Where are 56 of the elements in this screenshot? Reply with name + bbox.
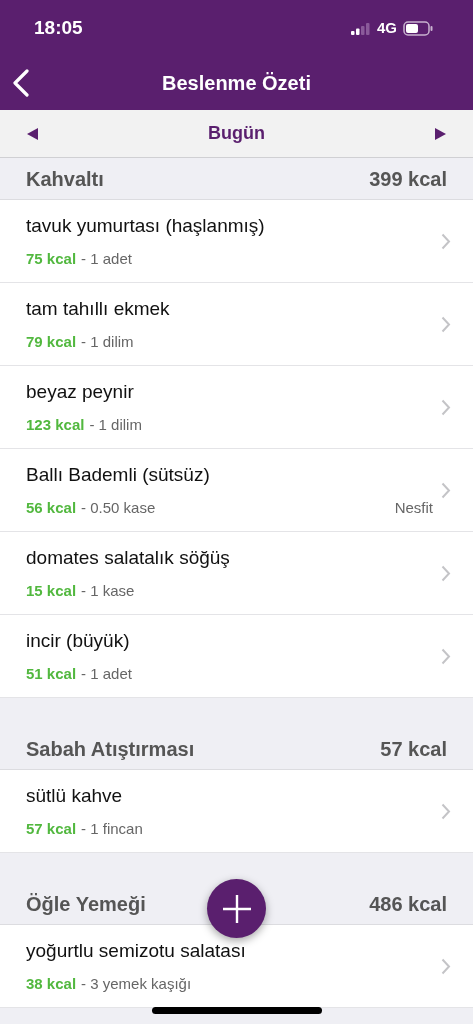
section-total: 57 kcal <box>380 736 447 762</box>
food-name: tavuk yumurtası (haşlanmış) <box>26 214 266 238</box>
kcal-label: 38 kcal <box>26 973 77 994</box>
food-row[interactable]: incir (büyük) 51 kcal - 1 adet <box>0 615 473 698</box>
food-name: beyaz peynir <box>26 380 135 404</box>
triangle-right-icon <box>435 127 447 140</box>
back-icon <box>12 69 30 97</box>
portion-label: - 3 yemek kaşığı <box>81 973 192 994</box>
plus-icon <box>221 893 252 924</box>
food-name: Ballı Bademli (sütsüz) <box>26 463 211 487</box>
nav-title: Beslenme Özeti <box>162 70 311 96</box>
section-title: Öğle Yemeği <box>26 891 146 917</box>
battery-icon <box>403 21 433 36</box>
food-row[interactable]: domates salatalık söğüş 15 kcal - 1 kase <box>0 532 473 615</box>
kcal-label: 57 kcal <box>26 818 77 839</box>
section-title: Sabah Atıştırması <box>26 736 195 762</box>
kcal-label: 123 kcal <box>26 414 85 435</box>
food-name: sütlü kahve <box>26 784 124 808</box>
food-name: yoğurtlu semizotu salatası <box>26 939 247 963</box>
chevron-right-icon <box>441 647 451 665</box>
portion-label: - 1 fincan <box>81 818 143 839</box>
food-row[interactable]: beyaz peynir 123 kcal - 1 dilim <box>0 366 473 449</box>
chevron-right-icon <box>441 315 451 333</box>
food-name: tam tahıllı ekmek <box>26 297 171 321</box>
food-row[interactable]: tam tahıllı ekmek 79 kcal - 1 dilim <box>0 283 473 366</box>
food-name: incir (büyük) <box>26 629 131 653</box>
portion-label: - 0.50 kase <box>81 497 156 518</box>
portion-label: - 1 kase <box>81 580 135 601</box>
food-row[interactable]: tavuk yumurtası (haşlanmış) 75 kcal - 1 adet <box>0 200 473 283</box>
chevron-right-icon <box>441 957 451 975</box>
chevron-right-icon <box>441 232 451 250</box>
signal-icon <box>351 22 371 35</box>
triangle-left-icon <box>26 127 38 140</box>
chevron-right-icon <box>441 564 451 582</box>
section-total: 399 kcal <box>369 166 447 192</box>
kcal-label: 75 kcal <box>26 248 77 269</box>
status-time: 18:05 <box>34 16 83 41</box>
food-name: domates salatalık söğüş <box>26 546 231 570</box>
section-title: Kahvaltı <box>26 166 104 192</box>
chevron-right-icon <box>441 398 451 416</box>
kcal-label: 79 kcal <box>26 331 77 352</box>
food-row[interactable]: Ballı Bademli (sütsüz) 56 kcal - 0.50 kase Nesfit <box>0 449 473 532</box>
kcal-label: 15 kcal <box>26 580 77 601</box>
section-total: 486 kcal <box>369 891 447 917</box>
kcal-label: 56 kcal <box>26 497 77 518</box>
portion-label: - 1 dilim <box>81 331 134 352</box>
food-row[interactable]: sütlü kahve 57 kcal - 1 fincan <box>0 770 473 853</box>
date-label: Bugün <box>208 122 265 145</box>
network-label: 4G <box>377 18 397 39</box>
brand-label: Nesfit <box>394 497 433 518</box>
chevron-right-icon <box>441 481 451 499</box>
portion-label: - 1 adet <box>81 248 132 269</box>
chevron-right-icon <box>441 802 451 820</box>
portion-label: - 1 adet <box>81 663 132 684</box>
kcal-label: 51 kcal <box>26 663 77 684</box>
portion-label: - 1 dilim <box>89 414 142 435</box>
